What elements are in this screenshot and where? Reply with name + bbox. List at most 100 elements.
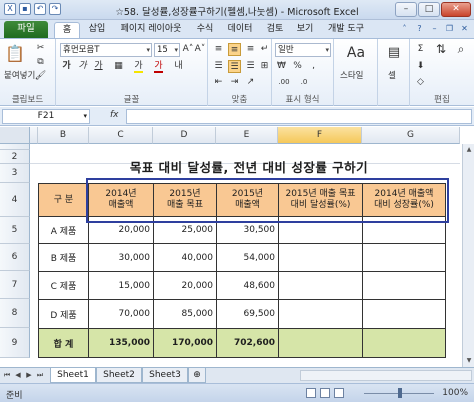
vertical-scrollbar[interactable]: ▲ ▼ bbox=[462, 144, 474, 367]
grow-font-icon[interactable]: A˄ bbox=[182, 43, 194, 56]
decrease-decimal-icon[interactable]: .0 bbox=[295, 76, 313, 89]
header-category[interactable]: 구 분 bbox=[38, 183, 89, 217]
header-growth-rate[interactable]: 2014년 매출액 대비 성장률(%) bbox=[362, 183, 446, 217]
comma-button[interactable]: , bbox=[307, 60, 320, 73]
column-header-a[interactable] bbox=[30, 127, 38, 144]
row-header-4[interactable]: 4 bbox=[0, 183, 30, 217]
font-size-combo[interactable]: 15 ▾ bbox=[154, 43, 180, 57]
row-c-2015[interactable]: 48,600 bbox=[216, 271, 279, 300]
tab-insert[interactable]: 삽입 bbox=[84, 22, 110, 38]
shrink-font-icon[interactable]: A˅ bbox=[194, 43, 206, 56]
scroll-up-icon[interactable]: ▲ bbox=[464, 145, 474, 155]
autosum-icon[interactable]: Σ bbox=[414, 43, 427, 56]
cells-icon[interactable]: ▤ bbox=[386, 43, 402, 63]
row-c-target[interactable]: 20,000 bbox=[153, 271, 217, 300]
minimize-ribbon-icon[interactable]: – bbox=[429, 23, 440, 34]
merge-center-icon[interactable]: ⊞ bbox=[258, 60, 271, 73]
total-2014[interactable]: 135,000 bbox=[88, 328, 154, 358]
maximize-button[interactable]: □ bbox=[418, 2, 440, 17]
align-left-icon[interactable]: ☰ bbox=[212, 60, 225, 73]
italic-button[interactable]: 가 bbox=[76, 60, 89, 73]
sheet-tab-3[interactable]: Sheet3 bbox=[142, 368, 188, 383]
close-button[interactable]: ✕ bbox=[441, 2, 471, 17]
row-header-2[interactable]: 2 bbox=[0, 150, 30, 164]
minimize-button[interactable]: – bbox=[395, 2, 417, 17]
row-a-growth[interactable] bbox=[362, 216, 446, 244]
header-2015-target[interactable]: 2015년 매출 목표 bbox=[153, 183, 217, 217]
paste-label[interactable]: 붙여넣기 bbox=[4, 69, 35, 81]
tab-data[interactable]: 데이터 bbox=[222, 22, 258, 38]
row-d-target[interactable]: 85,000 bbox=[153, 299, 217, 329]
sheet-title[interactable]: 목표 대비 달성률, 전년 대비 성장률 구하기 bbox=[38, 150, 460, 183]
total-2015[interactable]: 702,600 bbox=[216, 328, 279, 358]
close-workbook-icon[interactable]: ✕ bbox=[459, 23, 470, 34]
align-center-icon[interactable]: ☰ bbox=[228, 60, 241, 73]
row-b-growth[interactable] bbox=[362, 243, 446, 272]
font-name-combo[interactable]: 휴먼모음T ▾ bbox=[60, 43, 152, 57]
zoom-level[interactable]: 100% bbox=[442, 388, 468, 398]
clear-icon[interactable]: ◇ bbox=[414, 76, 427, 89]
total-target[interactable]: 170,000 bbox=[153, 328, 217, 358]
first-sheet-icon[interactable]: ⏮ bbox=[2, 370, 12, 381]
row-b-achievement[interactable] bbox=[278, 243, 363, 272]
fill-color-button[interactable]: 가 bbox=[132, 60, 145, 73]
decrease-indent-icon[interactable]: ⇤ bbox=[212, 76, 225, 89]
currency-button[interactable]: ₩ bbox=[275, 60, 288, 73]
total-label[interactable]: 합 계 bbox=[38, 328, 89, 358]
tab-home[interactable]: 홈 bbox=[54, 22, 80, 38]
underline-button[interactable]: 가 bbox=[92, 60, 105, 73]
styles-icon[interactable]: Aa bbox=[346, 43, 366, 63]
help-icon[interactable]: ? bbox=[414, 23, 425, 34]
orientation-icon[interactable]: ↗ bbox=[244, 76, 257, 89]
normal-view-icon[interactable] bbox=[306, 388, 316, 398]
header-2015-sales[interactable]: 2015년 매출액 bbox=[216, 183, 279, 217]
tab-review[interactable]: 검토 bbox=[262, 22, 288, 38]
scroll-down-icon[interactable]: ▼ bbox=[464, 356, 474, 366]
font-color-button[interactable]: 가 bbox=[152, 60, 165, 73]
align-middle-icon[interactable]: ≡ bbox=[228, 43, 241, 56]
row-b-target[interactable]: 40,000 bbox=[153, 243, 217, 272]
restore-icon[interactable]: ❐ bbox=[444, 23, 455, 34]
row-header-3[interactable]: 3 bbox=[0, 164, 30, 183]
sheet-tab-1[interactable]: Sheet1 bbox=[50, 368, 96, 383]
row-a-target[interactable]: 25,000 bbox=[153, 216, 217, 244]
insert-function-icon[interactable]: fx bbox=[110, 110, 119, 120]
total-achievement[interactable] bbox=[278, 328, 363, 358]
row-d-2014[interactable]: 70,000 bbox=[88, 299, 154, 329]
format-painter-icon[interactable]: 🖌 bbox=[34, 70, 47, 83]
page-layout-view-icon[interactable] bbox=[320, 388, 330, 398]
fill-icon[interactable]: ⬇ bbox=[414, 60, 427, 73]
name-box[interactable]: F21 ▾ bbox=[2, 109, 90, 124]
tab-file[interactable]: 파일 bbox=[4, 21, 48, 38]
header-achievement-rate[interactable]: 2015년 매출 목표 대비 달성률(%) bbox=[278, 183, 363, 217]
select-all-corner[interactable] bbox=[0, 127, 30, 144]
row-d-label[interactable]: D 제품 bbox=[38, 299, 89, 329]
row-b-2014[interactable]: 30,000 bbox=[88, 243, 154, 272]
border-icon[interactable]: ▦ bbox=[112, 60, 125, 73]
row-a-2015[interactable]: 30,500 bbox=[216, 216, 279, 244]
cut-icon[interactable]: ✂ bbox=[34, 42, 47, 55]
align-bottom-icon[interactable]: ≡ bbox=[244, 43, 257, 56]
row-a-achievement[interactable] bbox=[278, 216, 363, 244]
row-b-2015[interactable]: 54,000 bbox=[216, 243, 279, 272]
tab-developer[interactable]: 개발 도구 bbox=[322, 22, 370, 38]
column-header-c[interactable]: C bbox=[89, 127, 153, 144]
cells-button[interactable]: 셀 bbox=[388, 69, 396, 81]
row-d-2015[interactable]: 69,500 bbox=[216, 299, 279, 329]
prev-sheet-icon[interactable]: ◀ bbox=[13, 370, 23, 381]
bold-button[interactable]: 가 bbox=[60, 60, 73, 73]
increase-decimal-icon[interactable]: .00 bbox=[275, 76, 293, 89]
page-break-view-icon[interactable] bbox=[334, 388, 344, 398]
copy-icon[interactable]: ⧉ bbox=[34, 56, 47, 69]
row-d-growth[interactable] bbox=[362, 299, 446, 329]
formula-input[interactable] bbox=[126, 109, 472, 124]
column-header-e[interactable]: E bbox=[216, 127, 278, 144]
column-header-f[interactable]: F bbox=[278, 127, 362, 144]
row-a-label[interactable]: A 제품 bbox=[38, 216, 89, 244]
row-a-2014[interactable]: 20,000 bbox=[88, 216, 154, 244]
tab-formulas[interactable]: 수식 bbox=[192, 22, 218, 38]
sheet-tab-2[interactable]: Sheet2 bbox=[96, 368, 142, 383]
horizontal-scrollbar[interactable] bbox=[300, 370, 472, 381]
row-header-9[interactable]: 9 bbox=[0, 328, 30, 358]
number-format-combo[interactable]: 일반 ▾ bbox=[275, 43, 331, 57]
